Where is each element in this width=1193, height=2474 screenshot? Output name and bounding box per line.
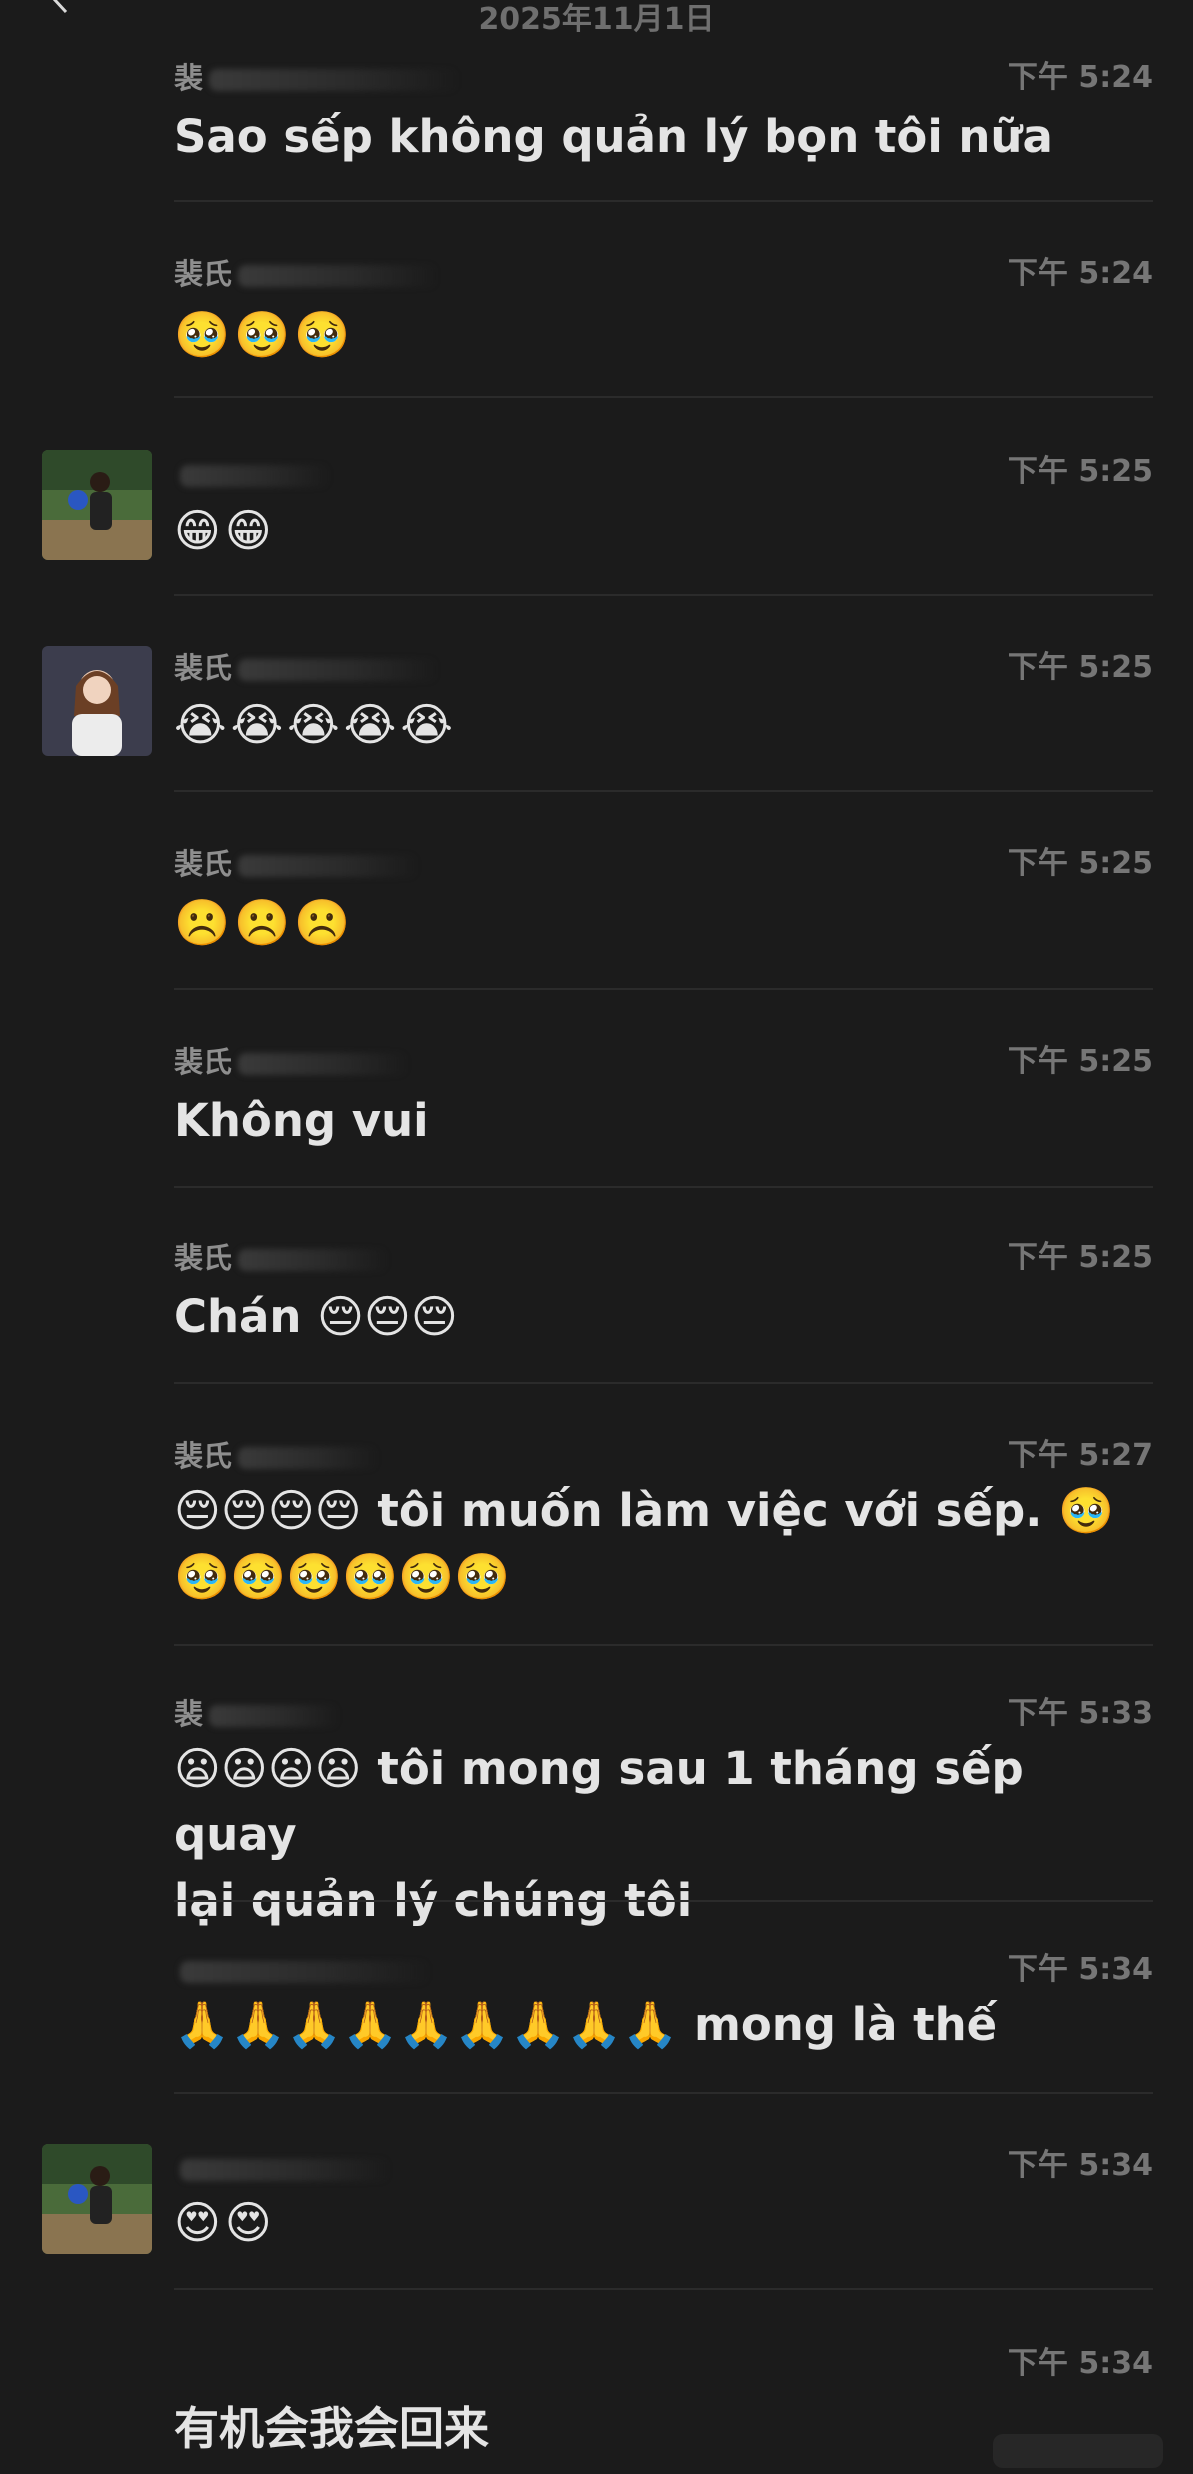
message-time: 下午 5:34 — [1007, 2148, 1153, 2183]
redacted-name — [209, 1705, 340, 1727]
message-time: 下午 5:25 — [1007, 846, 1153, 881]
message-text: 🥹🥹🥹 — [174, 308, 355, 361]
redacted-name — [180, 1961, 430, 1983]
message-text: Chán 😔😔😔 — [174, 1290, 458, 1343]
message-time: 下午 5:25 — [1007, 650, 1153, 685]
sender-name-text: 裴 — [174, 61, 204, 95]
sender-name — [174, 456, 330, 492]
redacted-name — [238, 855, 419, 877]
message-divider — [174, 396, 1153, 398]
message-divider — [174, 1900, 1153, 1902]
message-text: Không vui — [174, 1094, 429, 1147]
message-divider — [174, 200, 1153, 202]
message-divider — [174, 1382, 1153, 1384]
message-time: 下午 5:34 — [1007, 2346, 1153, 2381]
message-time: 下午 5:25 — [1007, 454, 1153, 489]
sender-name: 裴氏 — [174, 1044, 409, 1080]
message-time: 下午 5:24 — [1007, 60, 1153, 95]
message-divider — [174, 2092, 1153, 2094]
message-text: 🙏🙏🙏🙏🙏🙏🙏🙏🙏 mong là thế — [174, 1998, 998, 2051]
sender-name: 裴氏 — [174, 650, 439, 686]
message-divider — [174, 594, 1153, 596]
redacted-name — [238, 1447, 379, 1469]
message-text: 😦😦😦😦 tôi mong sau 1 tháng sếp quay lại q… — [174, 1742, 1024, 1927]
sender-name-text: 裴氏 — [174, 257, 233, 291]
redacted-name — [180, 2159, 390, 2181]
sender-name-text: 裴氏 — [174, 1045, 233, 1079]
sender-name: 裴 — [174, 1696, 340, 1732]
redacted-name — [209, 69, 460, 91]
message-text: 😔😔😔😔 tôi muốn làm việc với sếp. 🥹 🥹🥹🥹🥹🥹🥹 — [174, 1484, 1114, 1603]
message-divider — [174, 790, 1153, 792]
message-divider — [174, 1644, 1153, 1646]
redacted-name — [238, 659, 439, 681]
message-text: 😭😭😭😭😭 — [174, 698, 457, 751]
redacted-name — [238, 1249, 389, 1271]
watermark — [993, 2434, 1163, 2468]
message-time: 下午 5:25 — [1007, 1044, 1153, 1079]
sender-name: 裴 — [174, 60, 460, 96]
message-divider — [174, 988, 1153, 990]
avatar[interactable] — [42, 646, 152, 756]
message-text: 有机会我会回来 — [174, 2402, 490, 2455]
sender-name: 裴氏 — [174, 846, 419, 882]
message-text: 😍😍 — [174, 2196, 276, 2249]
redacted-name — [238, 265, 439, 287]
message-time: 下午 5:33 — [1007, 1696, 1153, 1731]
message-time: 下午 5:27 — [1007, 1438, 1153, 1473]
message-divider — [174, 1186, 1153, 1188]
avatar[interactable] — [42, 450, 152, 560]
sender-name: 裴氏 — [174, 256, 439, 292]
avatar-photo — [42, 646, 152, 756]
sender-name-text: 裴氏 — [174, 651, 233, 685]
sender-name-text: 裴 — [174, 1697, 204, 1731]
sender-name — [174, 1952, 430, 1988]
avatar-photo — [42, 2144, 152, 2254]
message-time: 下午 5:34 — [1007, 1952, 1153, 1987]
sender-name: 裴氏 — [174, 1438, 379, 1474]
date-label: 2025年11月1日 — [478, 2, 715, 37]
sender-name: 裴氏 — [174, 1240, 389, 1276]
date-header: 2025年11月1日 — [0, 0, 1193, 44]
sender-name-text: 裴氏 — [174, 847, 233, 881]
sender-name-text: 裴氏 — [174, 1439, 233, 1473]
message-text: 😁😁 — [174, 504, 276, 557]
message-text: ☹️☹️☹️ — [174, 896, 355, 949]
message-time: 下午 5:24 — [1007, 256, 1153, 291]
message-time: 下午 5:25 — [1007, 1240, 1153, 1275]
sender-name — [174, 2150, 390, 2186]
message-text: Sao sếp không quản lý bọn tôi nữa — [174, 110, 1053, 163]
avatar[interactable] — [42, 2144, 152, 2254]
redacted-name — [180, 465, 330, 487]
avatar-photo — [42, 450, 152, 560]
message-divider — [174, 2288, 1153, 2290]
sender-name-text: 裴氏 — [174, 1241, 233, 1275]
redacted-name — [238, 1053, 409, 1075]
chevron-left-icon[interactable] — [46, 0, 76, 14]
